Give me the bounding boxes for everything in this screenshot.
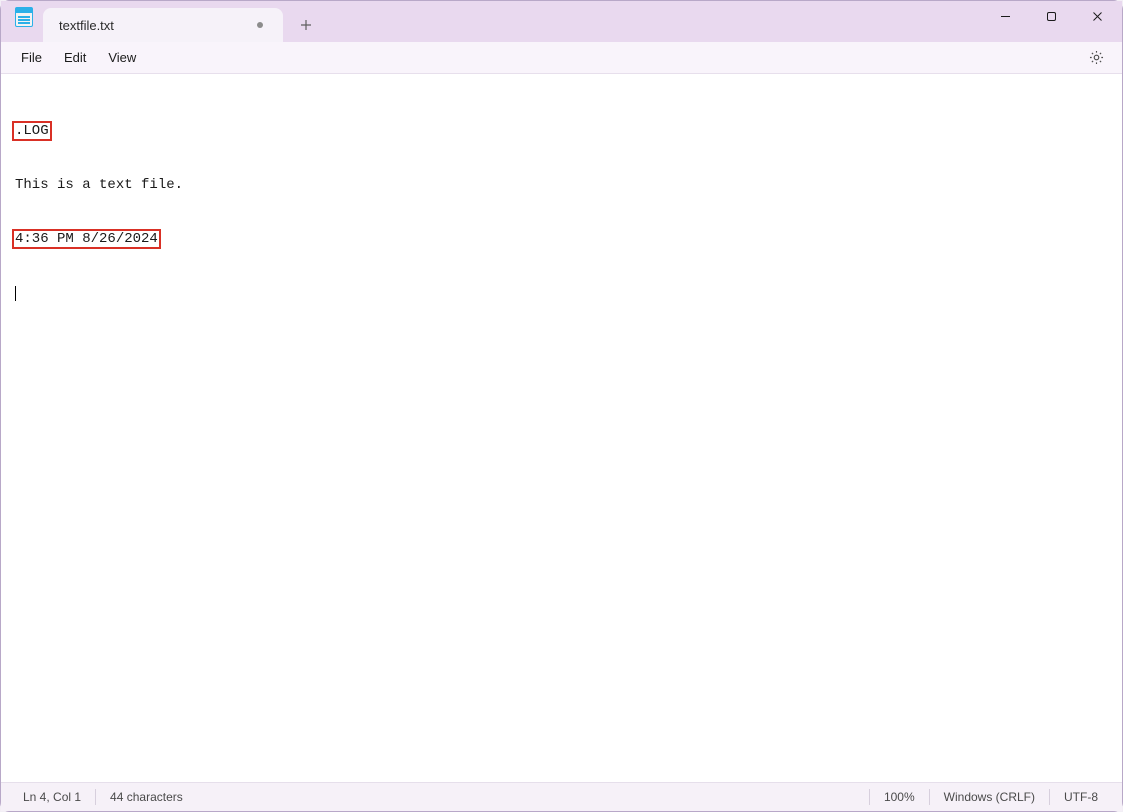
status-bar: Ln 4, Col 1 44 characters 100% Windows (… — [1, 782, 1122, 811]
menu-view[interactable]: View — [98, 44, 146, 71]
status-position: Ln 4, Col 1 — [23, 790, 81, 804]
close-button[interactable] — [1074, 1, 1120, 31]
tab-title: textfile.txt — [59, 18, 249, 33]
status-encoding[interactable]: UTF-8 — [1064, 790, 1098, 804]
maximize-button[interactable] — [1028, 1, 1074, 31]
text-editor[interactable]: .LOG This is a text file. 4:36 PM 8/26/2… — [1, 74, 1122, 782]
close-icon — [1092, 11, 1103, 22]
maximize-icon — [1046, 11, 1057, 22]
plus-icon — [300, 19, 312, 31]
menu-file[interactable]: File — [11, 44, 52, 71]
minimize-button[interactable] — [982, 1, 1028, 31]
text-caret — [15, 286, 16, 301]
settings-button[interactable] — [1080, 42, 1112, 74]
status-separator — [929, 789, 930, 805]
editor-line-1: .LOG — [13, 122, 51, 140]
gear-icon — [1088, 49, 1105, 66]
new-tab-button[interactable] — [289, 8, 323, 42]
status-separator — [1049, 789, 1050, 805]
status-char-count: 44 characters — [110, 790, 183, 804]
menu-edit[interactable]: Edit — [54, 44, 96, 71]
editor-line-2: This is a text file. — [15, 176, 1118, 194]
status-separator — [869, 789, 870, 805]
status-separator — [95, 789, 96, 805]
status-line-ending[interactable]: Windows (CRLF) — [944, 790, 1035, 804]
editor-line-3: 4:36 PM 8/26/2024 — [13, 230, 160, 248]
window-controls — [982, 1, 1120, 31]
unsaved-indicator-icon — [257, 22, 263, 28]
tab-active[interactable]: textfile.txt — [43, 8, 283, 42]
status-zoom[interactable]: 100% — [884, 790, 915, 804]
notepad-icon — [15, 7, 33, 27]
minimize-icon — [1000, 11, 1011, 22]
title-bar: textfile.txt — [1, 1, 1122, 42]
menu-bar: File Edit View — [1, 42, 1122, 74]
